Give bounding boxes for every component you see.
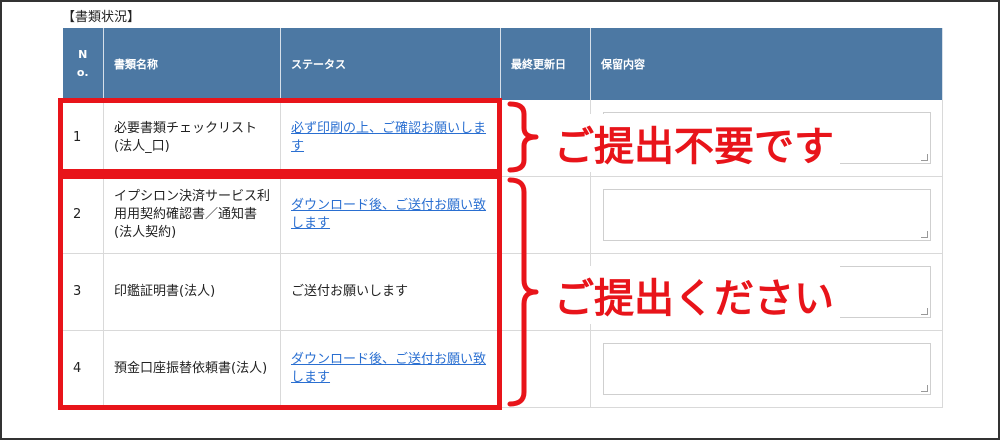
- row-number: 2: [62, 176, 104, 254]
- section-title: 【書類状況】: [62, 10, 141, 25]
- document-name: 印鑑証明書(法人): [103, 253, 281, 331]
- callout-please-submit: ご提出ください: [548, 266, 840, 324]
- row-number: 4: [62, 330, 104, 408]
- brace-icon: [507, 101, 539, 173]
- memo-textarea[interactable]: [603, 189, 931, 241]
- status-link[interactable]: ダウンロード後、ご送付お願い致します: [291, 352, 486, 385]
- document-status: ダウンロード後、ご送付お願い致します: [280, 330, 501, 408]
- document-name: 必要書類チェックリスト(法人_口): [103, 100, 281, 177]
- document-status: ダウンロード後、ご送付お願い致します: [280, 176, 501, 254]
- table-row: 4 預金口座振替依頼書(法人) ダウンロード後、ご送付お願い致します: [62, 330, 943, 408]
- documents-table: No. 書類名称 ステータス 最終更新日 保留内容 1 必要書類チェックリスト(…: [62, 28, 943, 408]
- status-link[interactable]: ダウンロード後、ご送付お願い致します: [291, 198, 486, 231]
- column-header-memo: 保留内容: [590, 28, 943, 100]
- status-link[interactable]: 必ず印刷の上、ご確認お願いします: [291, 121, 486, 154]
- row-number: 3: [62, 253, 104, 331]
- document-name: 預金口座振替依頼書(法人): [103, 330, 281, 408]
- column-header-no: No.: [62, 28, 104, 100]
- document-status: ご送付お願いします: [280, 253, 501, 331]
- column-header-status: ステータス: [280, 28, 501, 100]
- row-number: 1: [62, 100, 104, 177]
- table-header-row: No. 書類名称 ステータス 最終更新日 保留内容: [62, 28, 943, 100]
- column-header-no-label: No.: [76, 48, 89, 79]
- table-row: 2 イプシロン決済サービス利用用契約確認書／通知書(法人契約) ダウンロード後、…: [62, 176, 943, 254]
- document-name: イプシロン決済サービス利用用契約確認書／通知書(法人契約): [103, 176, 281, 254]
- callout-not-required: ご提出不要です: [548, 114, 840, 172]
- memo-cell: [590, 176, 943, 254]
- memo-textarea[interactable]: [603, 343, 931, 395]
- column-header-updated: 最終更新日: [500, 28, 591, 100]
- column-header-name: 書類名称: [103, 28, 281, 100]
- memo-cell: [590, 330, 943, 408]
- document-status: 必ず印刷の上、ご確認お願いします: [280, 100, 501, 177]
- brace-icon: [507, 177, 539, 407]
